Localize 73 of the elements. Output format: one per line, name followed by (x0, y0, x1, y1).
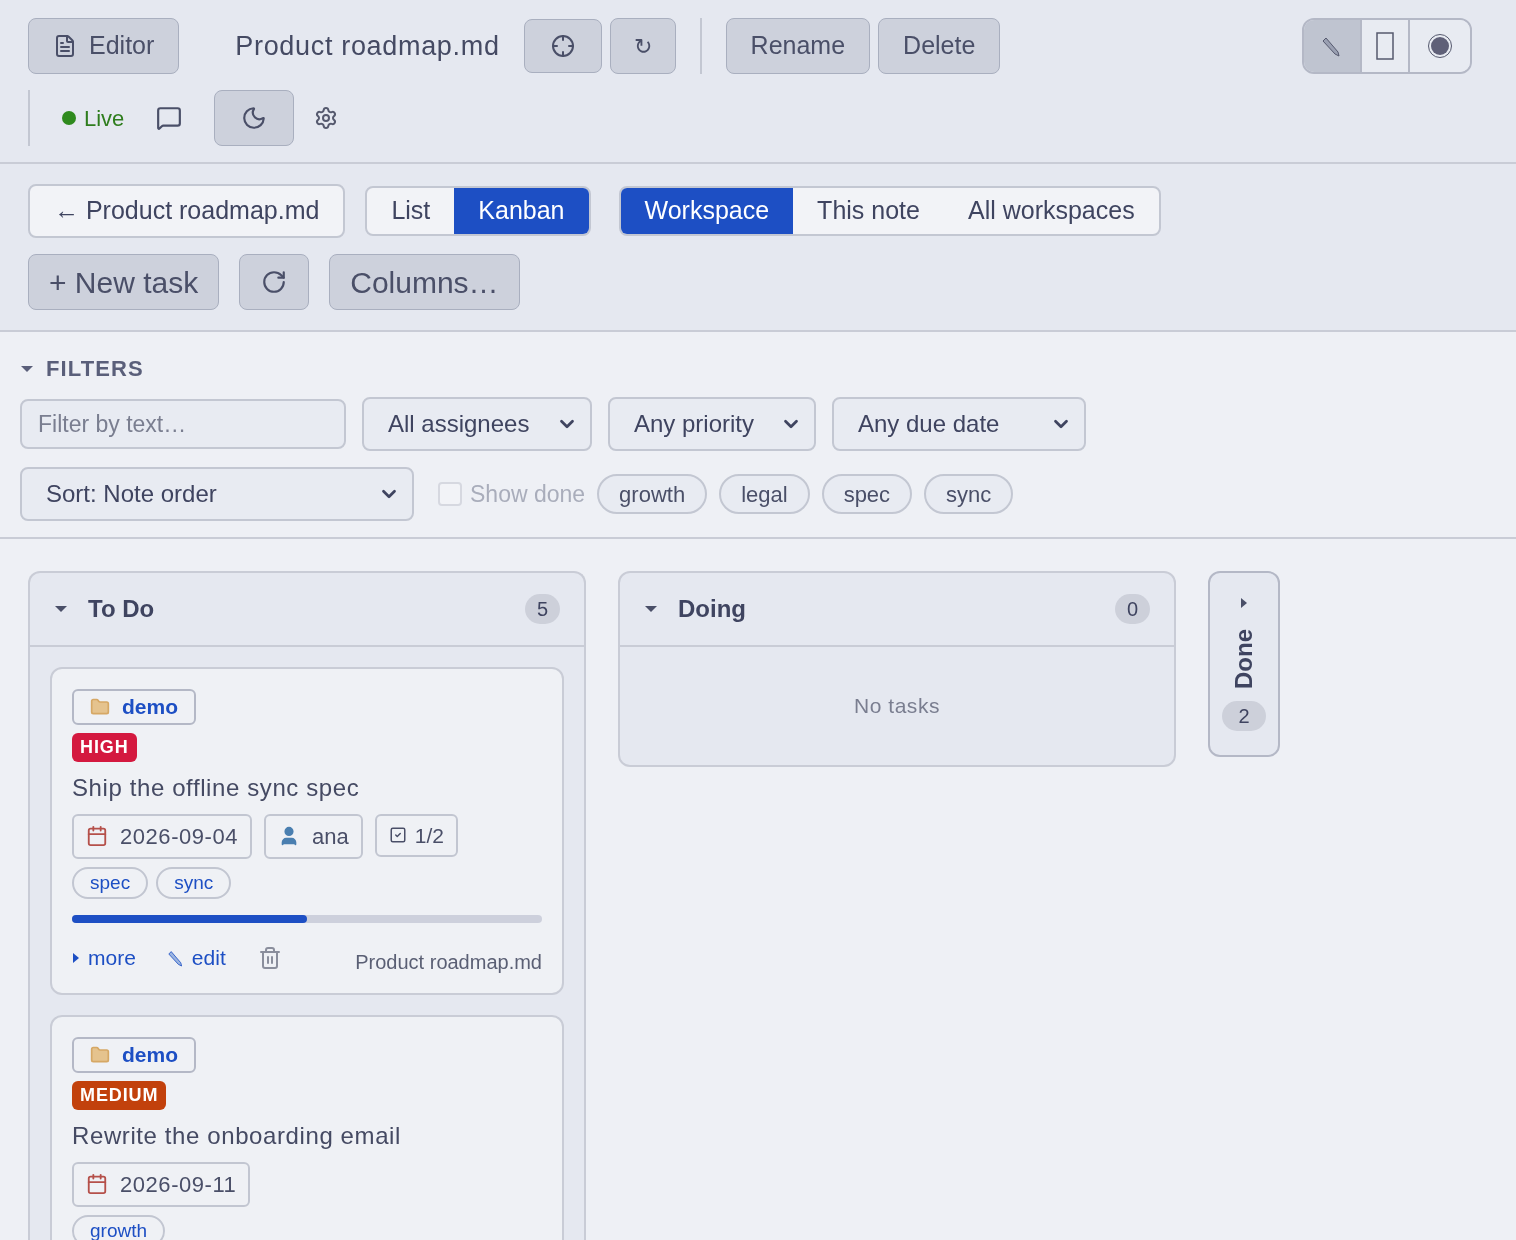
count-badge: 2 (1222, 701, 1266, 731)
priority-badge: HIGH (72, 732, 137, 762)
filter-dropdown[interactable]: Any priority (608, 397, 816, 451)
columns-button[interactable]: Columns… (329, 254, 520, 310)
pencil-icon (167, 949, 184, 967)
view-mode-button[interactable] (1408, 20, 1470, 72)
tag-chip[interactable]: sync (156, 866, 232, 899)
source-file: Product roadmap.md (355, 950, 542, 975)
back-button[interactable]: ← Product roadmap.md (28, 184, 346, 238)
crosshair-icon (550, 34, 575, 58)
task-title: Ship the offline sync spec (72, 772, 361, 803)
filter-text-field[interactable]: Filter by text… (20, 399, 346, 449)
scope-tab[interactable]: Workspace (620, 188, 794, 234)
tag-filter-chip[interactable]: spec (821, 474, 913, 514)
live-status: Live (62, 101, 125, 135)
moon-icon (241, 105, 268, 131)
caret-down-icon[interactable] (54, 605, 68, 613)
assignee-chip: ana (264, 813, 363, 859)
more-link[interactable]: more (72, 942, 136, 974)
tag-chip[interactable]: growth (72, 1214, 166, 1240)
caret-icon (1240, 597, 1248, 609)
filter-dropdown[interactable]: Any due date (832, 397, 1086, 451)
calendar-icon (86, 825, 108, 847)
project-chip[interactable]: demo (72, 1037, 196, 1073)
column-title: To Do (88, 594, 155, 624)
filters-heading: FILTERS (46, 355, 144, 383)
refresh-button[interactable]: ↻ (609, 18, 676, 74)
empty-message: No tasks (854, 693, 940, 720)
reload-icon (261, 269, 288, 295)
sort-dropdown[interactable]: Sort: Note order (20, 467, 414, 521)
document-title: Product roadmap.md (235, 29, 500, 63)
document-icon (53, 34, 77, 58)
due-date-chip: 2026-09-11 (72, 1161, 251, 1207)
filter-dropdown[interactable]: All assignees (362, 397, 592, 451)
view-tab[interactable]: Kanban (454, 188, 589, 234)
settings-icon[interactable] (314, 106, 339, 130)
column-title: Done (1229, 629, 1258, 689)
subtask-chip: 1/2 (374, 813, 458, 857)
folder-icon (90, 696, 110, 717)
delete-button[interactable]: Delete (878, 18, 1001, 74)
priority-badge: MEDIUM (72, 1080, 167, 1110)
task-title: Rewrite the onboarding email (72, 1120, 402, 1151)
scope-tab[interactable]: This note (793, 188, 944, 234)
pencil-icon (1322, 35, 1342, 57)
tag-chip[interactable]: spec (72, 866, 149, 899)
edit-link[interactable]: edit (167, 942, 226, 974)
page-icon (1376, 32, 1394, 60)
caret-icon (72, 952, 80, 964)
tag-filter-chip[interactable]: legal (719, 474, 810, 514)
caret-down-icon[interactable] (20, 364, 34, 373)
calendar-icon (86, 1173, 108, 1195)
scope-tab[interactable]: All workspaces (943, 188, 1159, 234)
caret-down-icon[interactable] (644, 605, 658, 613)
reload-button[interactable] (239, 254, 310, 310)
editor-button[interactable]: Editor (28, 18, 180, 74)
folder-icon (90, 1044, 110, 1065)
collapsed-column[interactable]: Done 2 (1208, 571, 1280, 757)
new-task-button[interactable]: + New task (28, 254, 220, 310)
tag-filter-chip[interactable]: sync (924, 474, 1014, 514)
count-badge: 5 (524, 594, 560, 624)
rename-button[interactable]: Rename (725, 18, 871, 74)
tag-filter-chip[interactable]: growth (597, 474, 708, 514)
comment-icon[interactable] (156, 105, 183, 131)
view-tab[interactable]: List (367, 188, 455, 234)
trash-icon[interactable] (257, 946, 282, 970)
locate-button[interactable] (523, 19, 602, 73)
column-title: Doing (678, 594, 746, 624)
project-chip[interactable]: demo (72, 689, 196, 725)
checkbox-icon (388, 826, 407, 845)
record-icon (1427, 33, 1453, 59)
due-date-chip: 2026-09-04 (72, 813, 253, 859)
count-badge: 0 (1114, 594, 1150, 624)
dark-mode-button[interactable] (214, 90, 295, 146)
